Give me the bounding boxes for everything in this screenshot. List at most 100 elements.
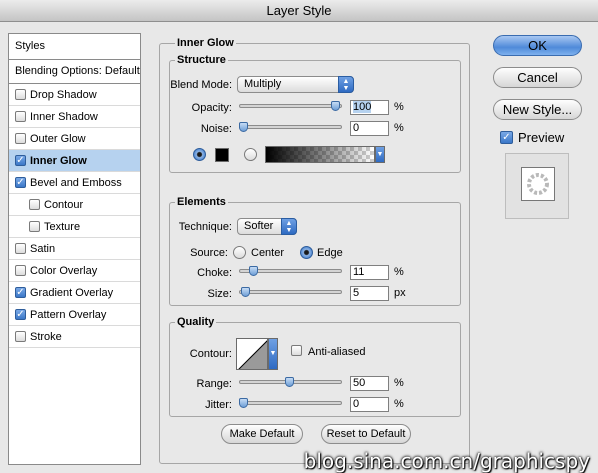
glow-color-swatch[interactable] bbox=[215, 148, 229, 162]
choke-field[interactable]: 11 bbox=[350, 265, 389, 280]
source-center-radio[interactable] bbox=[233, 246, 246, 259]
choke-slider[interactable] bbox=[239, 266, 342, 276]
contour-picker[interactable] bbox=[236, 338, 268, 370]
dialog-body: Styles Blending Options: Default Drop Sh… bbox=[0, 22, 598, 473]
style-item-checkbox[interactable] bbox=[15, 133, 26, 144]
anti-aliased-checkbox[interactable] bbox=[291, 345, 302, 356]
source-center-label: Center bbox=[251, 247, 285, 259]
inner-glow-panel: Inner Glow Structure Blend Mode: Multipl… bbox=[159, 37, 470, 464]
style-item-label: Contour bbox=[44, 198, 84, 211]
style-item-checkbox[interactable] bbox=[15, 111, 26, 122]
reset-to-default-button[interactable]: Reset to Default bbox=[321, 424, 411, 444]
jitter-label: Jitter: bbox=[205, 399, 232, 411]
range-slider-thumb[interactable] bbox=[285, 377, 294, 387]
size-slider-thumb[interactable] bbox=[241, 287, 250, 297]
style-item[interactable]: Color Overlay bbox=[9, 260, 140, 282]
opacity-slider-thumb[interactable] bbox=[331, 101, 340, 111]
style-item-label: Inner Glow bbox=[30, 154, 87, 167]
panel-title: Inner Glow bbox=[175, 37, 236, 49]
technique-select[interactable]: Softer ▲ ▼ bbox=[237, 218, 297, 235]
select-arrows-icon: ▲ ▼ bbox=[281, 218, 297, 235]
technique-value: Softer bbox=[244, 220, 274, 232]
preview-thumbnail bbox=[521, 167, 555, 201]
range-field[interactable]: 50 bbox=[350, 376, 389, 391]
size-unit: px bbox=[394, 287, 406, 299]
style-items: Drop Shadow Inner Shadow Outer Glow ✓ Inner … bbox=[9, 84, 140, 348]
source-edge-radio[interactable] bbox=[300, 246, 313, 259]
glow-gradient-radio[interactable] bbox=[244, 148, 257, 161]
blending-options-item[interactable]: Blending Options: Default bbox=[9, 60, 140, 84]
choke-label: Choke: bbox=[197, 267, 232, 279]
style-item-checkbox[interactable] bbox=[15, 265, 26, 276]
cancel-button[interactable]: Cancel bbox=[493, 67, 582, 88]
noise-slider[interactable] bbox=[239, 122, 342, 132]
style-item[interactable]: Outer Glow bbox=[9, 128, 140, 150]
style-item-checkbox[interactable]: ✓ bbox=[15, 177, 26, 188]
source-edge-label: Edge bbox=[317, 247, 343, 259]
style-item[interactable]: Stroke bbox=[9, 326, 140, 348]
style-item-checkbox[interactable]: ✓ bbox=[15, 309, 26, 320]
contour-dropdown-icon[interactable]: ▼ bbox=[268, 338, 278, 370]
style-item[interactable]: Texture bbox=[9, 216, 140, 238]
style-item[interactable]: ✓ Pattern Overlay bbox=[9, 304, 140, 326]
structure-title: Structure bbox=[175, 54, 228, 66]
jitter-field[interactable]: 0 bbox=[350, 397, 389, 412]
blend-mode-select[interactable]: Multiply ▲ ▼ bbox=[237, 76, 354, 93]
style-item-checkbox[interactable]: ✓ bbox=[15, 155, 26, 166]
style-item-checkbox[interactable] bbox=[29, 221, 40, 232]
quality-title: Quality bbox=[175, 316, 217, 328]
glow-gradient-picker[interactable] bbox=[265, 146, 375, 163]
style-item[interactable]: Satin bbox=[9, 238, 140, 260]
style-item-checkbox[interactable] bbox=[15, 89, 26, 100]
size-field[interactable]: 5 bbox=[350, 286, 389, 301]
style-item-label: Gradient Overlay bbox=[30, 286, 114, 299]
style-item[interactable]: ✓ Gradient Overlay bbox=[9, 282, 140, 304]
range-slider[interactable] bbox=[239, 377, 342, 387]
style-item[interactable]: ✓ Inner Glow bbox=[9, 150, 140, 172]
style-item[interactable]: Inner Shadow bbox=[9, 106, 140, 128]
style-item-label: Stroke bbox=[30, 330, 62, 343]
gradient-dropdown-icon[interactable]: ▼ bbox=[375, 146, 385, 163]
style-item-checkbox[interactable] bbox=[29, 199, 40, 210]
styles-header[interactable]: Styles bbox=[9, 34, 140, 60]
style-preview bbox=[505, 153, 569, 219]
glow-color-radio[interactable] bbox=[193, 148, 206, 161]
style-item-label: Inner Shadow bbox=[30, 110, 98, 123]
select-arrows-icon: ▲ ▼ bbox=[338, 76, 354, 93]
choke-slider-thumb[interactable] bbox=[249, 266, 258, 276]
anti-aliased-label: Anti-aliased bbox=[308, 346, 366, 358]
blend-mode-value: Multiply bbox=[244, 78, 282, 90]
style-item-label: Outer Glow bbox=[30, 132, 86, 145]
quality-group: Quality Contour: ▼ Anti-aliased Range: 5… bbox=[169, 316, 461, 417]
make-default-button[interactable]: Make Default bbox=[221, 424, 303, 444]
preview-checkbox[interactable]: ✓ bbox=[500, 131, 513, 144]
jitter-unit: % bbox=[394, 398, 404, 410]
style-item[interactable]: Contour bbox=[9, 194, 140, 216]
noise-label: Noise: bbox=[200, 123, 232, 135]
jitter-slider[interactable] bbox=[239, 398, 342, 408]
style-item-checkbox[interactable] bbox=[15, 243, 26, 254]
style-item[interactable]: Drop Shadow bbox=[9, 84, 140, 106]
styles-list: Styles Blending Options: Default Drop Sh… bbox=[8, 33, 141, 465]
noise-unit: % bbox=[394, 122, 404, 134]
size-label: Size: bbox=[207, 288, 232, 300]
style-item-label: Pattern Overlay bbox=[30, 308, 107, 321]
style-item[interactable]: ✓ Bevel and Emboss bbox=[9, 172, 140, 194]
contour-curve-icon bbox=[238, 340, 267, 369]
size-slider[interactable] bbox=[239, 287, 342, 297]
jitter-slider-thumb[interactable] bbox=[239, 398, 248, 408]
style-item-checkbox[interactable]: ✓ bbox=[15, 287, 26, 298]
ok-button[interactable]: OK bbox=[493, 35, 582, 56]
opacity-slider[interactable] bbox=[239, 101, 342, 111]
glow-preview-icon bbox=[527, 173, 549, 195]
style-item-checkbox[interactable] bbox=[15, 331, 26, 342]
noise-slider-thumb[interactable] bbox=[239, 122, 248, 132]
noise-field[interactable]: 0 bbox=[350, 121, 389, 136]
opacity-field[interactable]: 100 bbox=[350, 100, 389, 115]
new-style-button[interactable]: New Style... bbox=[493, 99, 582, 120]
elements-title: Elements bbox=[175, 196, 228, 208]
technique-label: Technique: bbox=[178, 221, 232, 233]
source-label: Source: bbox=[190, 247, 228, 259]
watermark-text: blog.sina.com.cn/graphicspy bbox=[303, 449, 590, 473]
style-item-label: Drop Shadow bbox=[30, 88, 97, 101]
